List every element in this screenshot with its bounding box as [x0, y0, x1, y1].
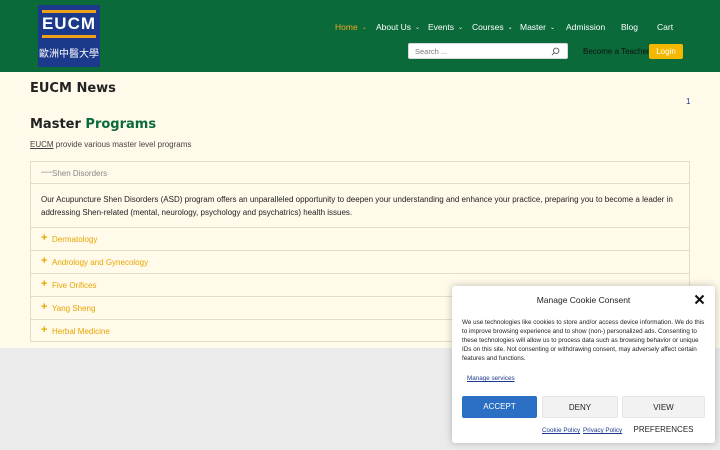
cookie-dialog-title: Manage Cookie Consent — [536, 295, 631, 305]
programs-heading: Master Programs — [30, 117, 156, 132]
nav-item-cart[interactable]: Cart — [657, 22, 673, 32]
nav-item-admission[interactable]: Admission — [566, 22, 605, 32]
plus-icon: + — [41, 232, 48, 244]
view-preferences-button[interactable]: VIEW PREFERENCES — [622, 396, 705, 434]
nav-item-events[interactable]: Events ⌄ — [428, 22, 463, 32]
site-logo[interactable]: EUCM 歐洲中醫大學 — [38, 5, 100, 67]
plus-icon: + — [41, 255, 48, 267]
cookie-dialog-text: We use technologies like cookies to stor… — [462, 319, 705, 362]
chevron-down-icon: ⌄ — [507, 25, 513, 31]
login-button[interactable]: Login — [649, 44, 683, 59]
nav-item-home[interactable]: Home ⌄ — [335, 22, 367, 32]
programs-subtitle-brand: EUCM — [30, 140, 54, 149]
search-icon[interactable] — [551, 47, 560, 56]
privacy-policy-link[interactable]: Privacy Policy — [583, 427, 622, 434]
logo-chinese-name: 歐洲中醫大學 — [39, 49, 99, 60]
plus-icon: + — [41, 278, 48, 290]
site-header: EUCM 歐洲中醫大學 Home ⌄ About Us ⌄ Events ⌄ Cour… — [0, 0, 720, 72]
logo-bar-bottom — [42, 35, 96, 38]
deny-button[interactable]: DENY — [542, 396, 618, 418]
nav-label: Home — [335, 22, 358, 32]
accordion-item-shen-disorders[interactable]: — Shen Disorders — [31, 162, 689, 184]
become-teacher-link[interactable]: Become a Teacher — [583, 47, 650, 56]
logo-bar-top — [42, 10, 96, 13]
accordion-item-label: Herbal Medicine — [52, 327, 110, 336]
nav-label: Admission — [566, 22, 606, 32]
accordion-item-label: Yang Sheng — [52, 304, 96, 313]
programs-heading-word: Master — [30, 117, 81, 132]
programs-heading-highlight: Programs — [85, 117, 157, 132]
close-icon[interactable] — [694, 294, 705, 305]
search-box[interactable] — [408, 43, 568, 59]
logo-wordmark: EUCM — [41, 14, 97, 33]
nav-label: Events — [428, 22, 454, 32]
nav-item-about-us[interactable]: About Us ⌄ — [376, 22, 420, 32]
news-heading: EUCM News — [30, 81, 116, 96]
accordion-item-label: Shen Disorders — [52, 169, 108, 178]
nav-label: Blog — [621, 22, 639, 32]
accept-button[interactable]: ACCEPT — [462, 396, 537, 418]
programs-subtitle-text: provide various master level programs — [55, 140, 192, 149]
accordion-item-label: Andrology and Gynecology — [52, 258, 149, 267]
nav-label: Cart — [657, 22, 674, 32]
accordion-item-body: Our Acupuncture Shen Disorders (ASD) pro… — [41, 195, 673, 217]
accordion-item-label: Five Orifices — [52, 281, 97, 290]
chevron-down-icon: ⌄ — [414, 25, 420, 31]
manage-services-link[interactable]: Manage services — [467, 375, 515, 382]
chevron-down-icon: ⌄ — [458, 25, 464, 31]
pagination-page-1[interactable]: 1 — [686, 97, 690, 106]
nav-label: Courses — [472, 22, 504, 32]
plus-icon: + — [41, 324, 48, 336]
minus-icon: — — [41, 166, 52, 178]
nav-label: Master — [520, 22, 546, 32]
search-input[interactable] — [415, 46, 545, 57]
nav-item-courses[interactable]: Courses ⌄ — [472, 22, 513, 32]
nav-item-master[interactable]: Master ⌄ — [520, 22, 555, 32]
plus-icon: + — [41, 301, 48, 313]
chevron-down-icon: ⌄ — [549, 25, 556, 31]
nav-item-blog[interactable]: Blog — [621, 22, 638, 32]
nav-label: About Us — [376, 22, 411, 32]
programs-subtitle: EUCM provide various master level progra… — [30, 140, 191, 149]
accordion-item-label: Dermatology — [52, 235, 98, 244]
chevron-down-icon: ⌄ — [361, 25, 367, 31]
cookie-policy-link[interactable]: Cookie Policy — [542, 427, 580, 434]
accordion-item-dermatology[interactable]: + Dermatology — [31, 227, 689, 250]
cookie-consent-dialog: Manage Cookie Consent We use technologie… — [452, 286, 715, 443]
accordion-item-andrology-gynecology[interactable]: + Andrology and Gynecology — [31, 250, 689, 273]
